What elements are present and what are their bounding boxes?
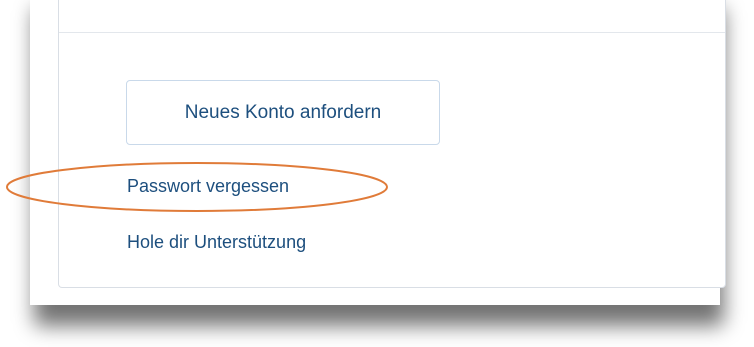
login-options-card: Neues Konto anfordern Passwort vergessen…: [58, 0, 726, 288]
section-divider: [59, 32, 725, 33]
screenshot-stage: Neues Konto anfordern Passwort vergessen…: [0, 0, 754, 347]
request-new-account-button[interactable]: Neues Konto anfordern: [126, 80, 440, 145]
screenshot-frame: Neues Konto anfordern Passwort vergessen…: [30, 0, 726, 305]
get-support-link[interactable]: Hole dir Unterstützung: [127, 232, 306, 253]
forgot-password-link[interactable]: Passwort vergessen: [127, 176, 289, 197]
